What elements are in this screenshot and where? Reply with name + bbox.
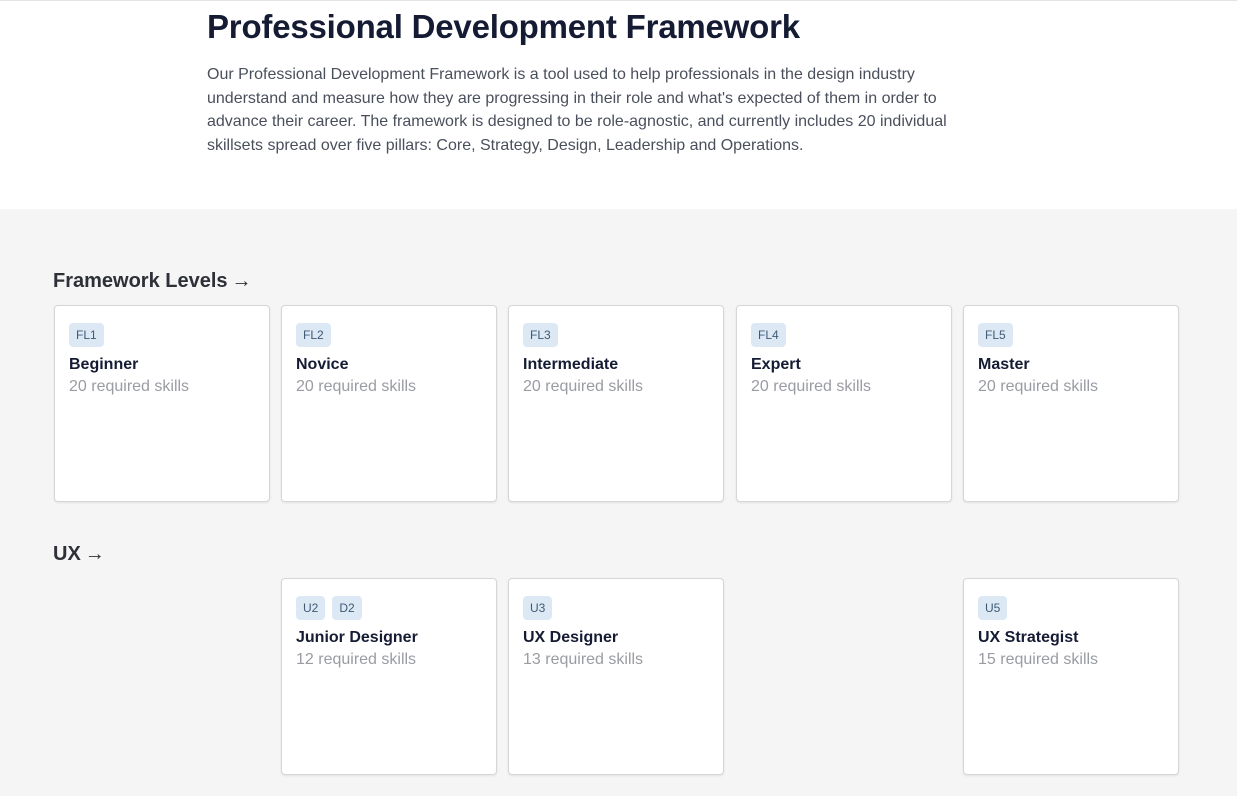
card-title: Master [978, 356, 1030, 373]
card-title: UX Designer [523, 629, 619, 646]
level-card-master[interactable]: FL5 Master 20 required skills [963, 305, 1179, 502]
level-card-expert[interactable]: FL4 Expert 20 required skills [736, 305, 952, 502]
page-header: Professional Development Framework Our P… [0, 1, 1237, 209]
card-tags: FL3 [523, 323, 558, 347]
card-skill-count: 20 required skills [296, 378, 417, 395]
card-skill-count: 15 required skills [978, 651, 1099, 668]
card-title: Expert [751, 356, 801, 373]
card-title: Junior Designer [296, 629, 418, 646]
card-skill-count: 20 required skills [978, 378, 1099, 395]
level-tag: FL4 [751, 323, 786, 347]
page-title: Professional Development Framework [207, 8, 800, 45]
card-tags: FL4 [751, 323, 786, 347]
card-title: Intermediate [523, 356, 619, 373]
arrow-right-icon: → [84, 543, 105, 565]
section-title-label: Framework Levels [53, 270, 228, 292]
header-content: Professional Development Framework Our P… [207, 9, 1007, 158]
level-card-beginner[interactable]: FL1 Beginner 20 required skills [54, 305, 270, 502]
card-skill-count: 20 required skills [523, 378, 644, 395]
card-title: Novice [296, 356, 349, 373]
section-title-ux[interactable]: UX → [53, 542, 105, 566]
level-card-intermediate[interactable]: FL3 Intermediate 20 required skills [508, 305, 724, 502]
level-tag: FL5 [978, 323, 1013, 347]
card-tags: FL2 [296, 323, 331, 347]
role-card-ux-strategist[interactable]: U5 UX Strategist 15 required skills [963, 578, 1179, 775]
role-tag: U5 [978, 596, 1008, 620]
card-tags: U5 [978, 596, 1008, 620]
card-title: UX Strategist [978, 629, 1079, 646]
role-card-ux-designer[interactable]: U3 UX Designer 13 required skills [508, 578, 724, 775]
level-tag: FL1 [69, 323, 104, 347]
arrow-right-icon: → [231, 270, 252, 292]
level-card-novice[interactable]: FL2 Novice 20 required skills [281, 305, 497, 502]
section-title-framework-levels[interactable]: Framework Levels → [53, 269, 252, 293]
role-tag: D2 [332, 596, 362, 620]
card-skill-count: 13 required skills [523, 651, 644, 668]
role-card-junior-designer[interactable]: U2 D2 Junior Designer 12 required skills [281, 578, 497, 775]
card-tags: U3 [523, 596, 553, 620]
level-tag: FL3 [523, 323, 558, 347]
card-skill-count: 12 required skills [296, 651, 417, 668]
card-title: Beginner [69, 356, 139, 373]
level-tag: FL2 [296, 323, 331, 347]
role-tag: U2 [296, 596, 326, 620]
card-tags: FL5 [978, 323, 1013, 347]
card-tags: FL1 [69, 323, 104, 347]
card-skill-count: 20 required skills [69, 378, 190, 395]
card-skill-count: 20 required skills [751, 378, 872, 395]
framework-main: Framework Levels → FL1 Beginner 20 requir… [0, 209, 1237, 796]
intro-paragraph: Our Professional Development Framework i… [207, 66, 947, 155]
card-tags: U2 D2 [296, 596, 362, 620]
section-title-label: UX [53, 543, 81, 565]
role-tag: U3 [523, 596, 553, 620]
